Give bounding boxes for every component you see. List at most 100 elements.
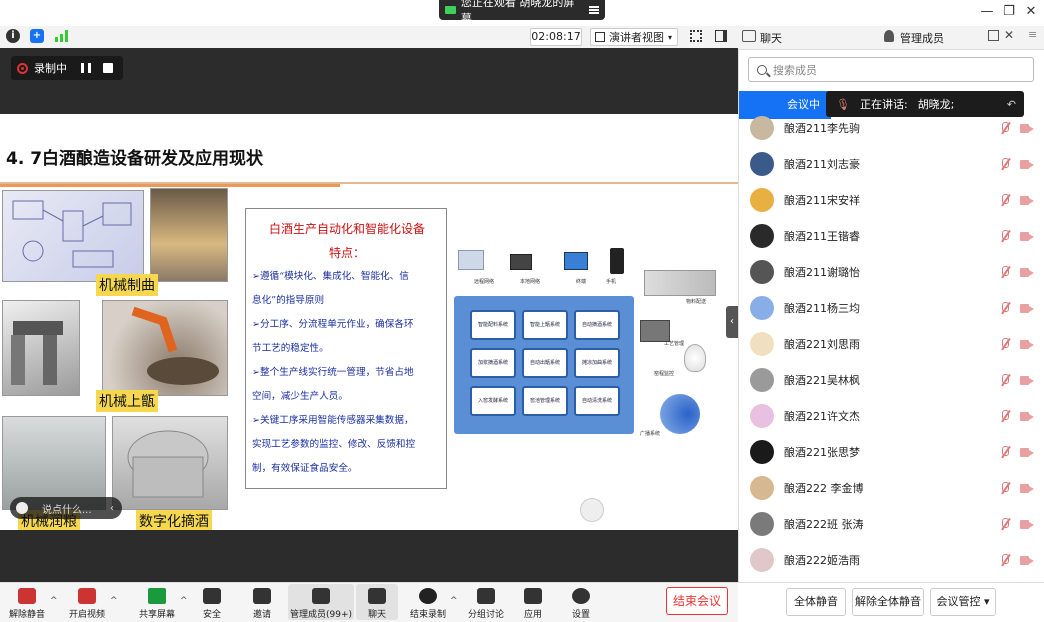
- camera-off-icon[interactable]: [1020, 123, 1034, 133]
- shield-icon: [203, 588, 221, 604]
- caret-up-icon[interactable]: ^: [50, 596, 58, 606]
- phone-icon: [610, 248, 624, 274]
- camera-off-icon[interactable]: [1020, 375, 1034, 385]
- caret-up-icon[interactable]: ^: [450, 596, 458, 606]
- member-row[interactable]: 酿酒221许文杰: [750, 398, 1034, 434]
- toolbar-item[interactable]: 开启视频: [62, 584, 112, 620]
- member-row[interactable]: 酿酒221吴林枫: [750, 362, 1034, 398]
- camera-off-icon[interactable]: [1020, 339, 1034, 349]
- mic-muted-icon[interactable]: [1000, 518, 1010, 530]
- diagram-box: 窖池管理系统: [522, 386, 568, 416]
- camera-off-icon[interactable]: [1020, 519, 1034, 529]
- minimize-button[interactable]: —: [978, 4, 996, 20]
- chevron-left-icon[interactable]: ‹: [110, 503, 114, 514]
- toolbar-item[interactable]: 设置: [566, 584, 596, 620]
- collapse-panel-handle[interactable]: ‹: [726, 306, 738, 338]
- camera-off-icon[interactable]: [1020, 411, 1034, 421]
- menu-icon[interactable]: [589, 6, 599, 14]
- security-shield-icon[interactable]: +: [30, 29, 44, 43]
- member-row[interactable]: 酿酒222班 张涛: [750, 506, 1034, 542]
- mic-muted-icon[interactable]: [1000, 482, 1010, 494]
- avatar: [750, 548, 774, 572]
- mic-muted-icon[interactable]: [1000, 338, 1010, 350]
- fullscreen-icon[interactable]: [690, 30, 702, 42]
- chat-input-bubble[interactable]: 说点什么... ‹: [10, 497, 122, 519]
- member-row[interactable]: 酿酒221刘思雨: [750, 326, 1034, 362]
- diagram-box: 摊凉加曲系统: [574, 348, 620, 378]
- tab-members[interactable]: 管理成员: [900, 30, 944, 46]
- camera-off-icon[interactable]: [1020, 267, 1034, 277]
- info-icon[interactable]: i: [6, 29, 20, 43]
- toolbar-item[interactable]: 共享屏幕: [132, 584, 182, 620]
- mic-muted-icon[interactable]: [1000, 230, 1010, 242]
- emoji-icon[interactable]: [16, 502, 28, 514]
- remote-network-icon: [458, 250, 484, 270]
- toolbar-item[interactable]: 结束录制: [402, 584, 454, 620]
- mic-muted-icon[interactable]: [1000, 122, 1010, 134]
- member-row[interactable]: 酿酒222 李金博: [750, 470, 1034, 506]
- title-divider-accent: [0, 184, 340, 187]
- member-row[interactable]: 酿酒211刘志豪: [750, 146, 1034, 182]
- mute-all-button[interactable]: 全体静音: [786, 588, 846, 616]
- mic-muted-icon[interactable]: [1000, 410, 1010, 422]
- search-input[interactable]: 搜索成员: [748, 57, 1034, 82]
- slide-title: 4. 7白酒酿造设备研发及应用现状: [6, 149, 264, 169]
- mic-muted-icon[interactable]: [1000, 302, 1010, 314]
- member-row[interactable]: 酿酒211谢璐怡: [750, 254, 1034, 290]
- camera-off-icon[interactable]: [1020, 195, 1034, 205]
- camera-off-icon[interactable]: [1020, 159, 1034, 169]
- view-mode-dropdown[interactable]: 演讲者视图 ▾: [590, 28, 678, 46]
- toolbar-item[interactable]: 聊天: [356, 584, 398, 620]
- mic-muted-icon[interactable]: [1000, 158, 1010, 170]
- signal-icon[interactable]: [55, 30, 69, 42]
- camera-off-icon[interactable]: [1020, 483, 1034, 493]
- viewing-indicator[interactable]: 您正在观看 胡晓龙的屏幕: [439, 0, 605, 25]
- diagram-box: 自动摘酒系统: [574, 310, 620, 340]
- camera-off-icon[interactable]: [1020, 303, 1034, 313]
- tab-chat[interactable]: 聊天: [760, 30, 782, 46]
- popout-icon[interactable]: [988, 30, 999, 41]
- camera-off-icon[interactable]: [1020, 231, 1034, 241]
- toolbar-item[interactable]: 应用: [518, 584, 548, 620]
- sidebar-toggle-icon[interactable]: [715, 30, 727, 42]
- camera-off-icon[interactable]: [1020, 447, 1034, 457]
- caret-up-icon[interactable]: ^: [180, 596, 188, 606]
- panel-menu-icon[interactable]: ≡: [1028, 28, 1037, 41]
- mic-muted-icon[interactable]: [1000, 374, 1010, 386]
- end-meeting-button[interactable]: 结束会议: [666, 587, 728, 615]
- pause-recording-button[interactable]: [81, 63, 91, 73]
- camera-off-icon[interactable]: [1020, 555, 1034, 565]
- mic-muted-icon[interactable]: [1000, 194, 1010, 206]
- robot-loading-photo: [102, 300, 228, 396]
- member-row[interactable]: 酿酒222姬浩雨: [750, 542, 1034, 578]
- toolbar-item[interactable]: 管理成员(99+): [288, 584, 354, 620]
- close-window-button[interactable]: ✕: [1022, 4, 1040, 20]
- grain-soaking-photo: [2, 416, 106, 510]
- loading-machine-photo: [2, 300, 80, 396]
- caret-up-icon[interactable]: ^: [110, 596, 118, 606]
- toolbar-item[interactable]: 安全: [200, 584, 224, 620]
- toolbar-item[interactable]: 解除静音: [2, 584, 52, 620]
- close-panel-icon[interactable]: ✕: [1004, 28, 1014, 42]
- member-row[interactable]: 酿酒211王锴睿: [750, 218, 1034, 254]
- mic-muted-icon[interactable]: [1000, 554, 1010, 566]
- member-row[interactable]: 酿酒221张思梦: [750, 434, 1034, 470]
- bulb-icon: [684, 344, 706, 372]
- mic-muted-icon[interactable]: [1000, 266, 1010, 278]
- stop-record-icon: [419, 588, 437, 604]
- mic-muted-icon[interactable]: [1000, 446, 1010, 458]
- member-row[interactable]: 酿酒211李先驹: [750, 110, 1034, 146]
- member-name: 酿酒211王锴睿: [784, 230, 860, 243]
- restore-button[interactable]: ❐: [1000, 4, 1018, 20]
- toolbar-item[interactable]: 邀请: [244, 584, 280, 620]
- member-row[interactable]: 酿酒211宋安祥: [750, 182, 1034, 218]
- unmute-all-button[interactable]: 解除全体静音: [852, 588, 924, 616]
- chat-placeholder: 说点什么...: [42, 504, 92, 516]
- meeting-control-button[interactable]: 会议管控 ▾: [930, 588, 996, 616]
- add-person-icon: [253, 588, 271, 604]
- toolbar-item[interactable]: 分组讨论: [462, 584, 510, 620]
- stop-recording-button[interactable]: [103, 63, 113, 73]
- member-name: 酿酒221刘思雨: [784, 338, 860, 351]
- undo-icon[interactable]: ↶: [1007, 98, 1016, 111]
- member-row[interactable]: 酿酒211杨三均: [750, 290, 1034, 326]
